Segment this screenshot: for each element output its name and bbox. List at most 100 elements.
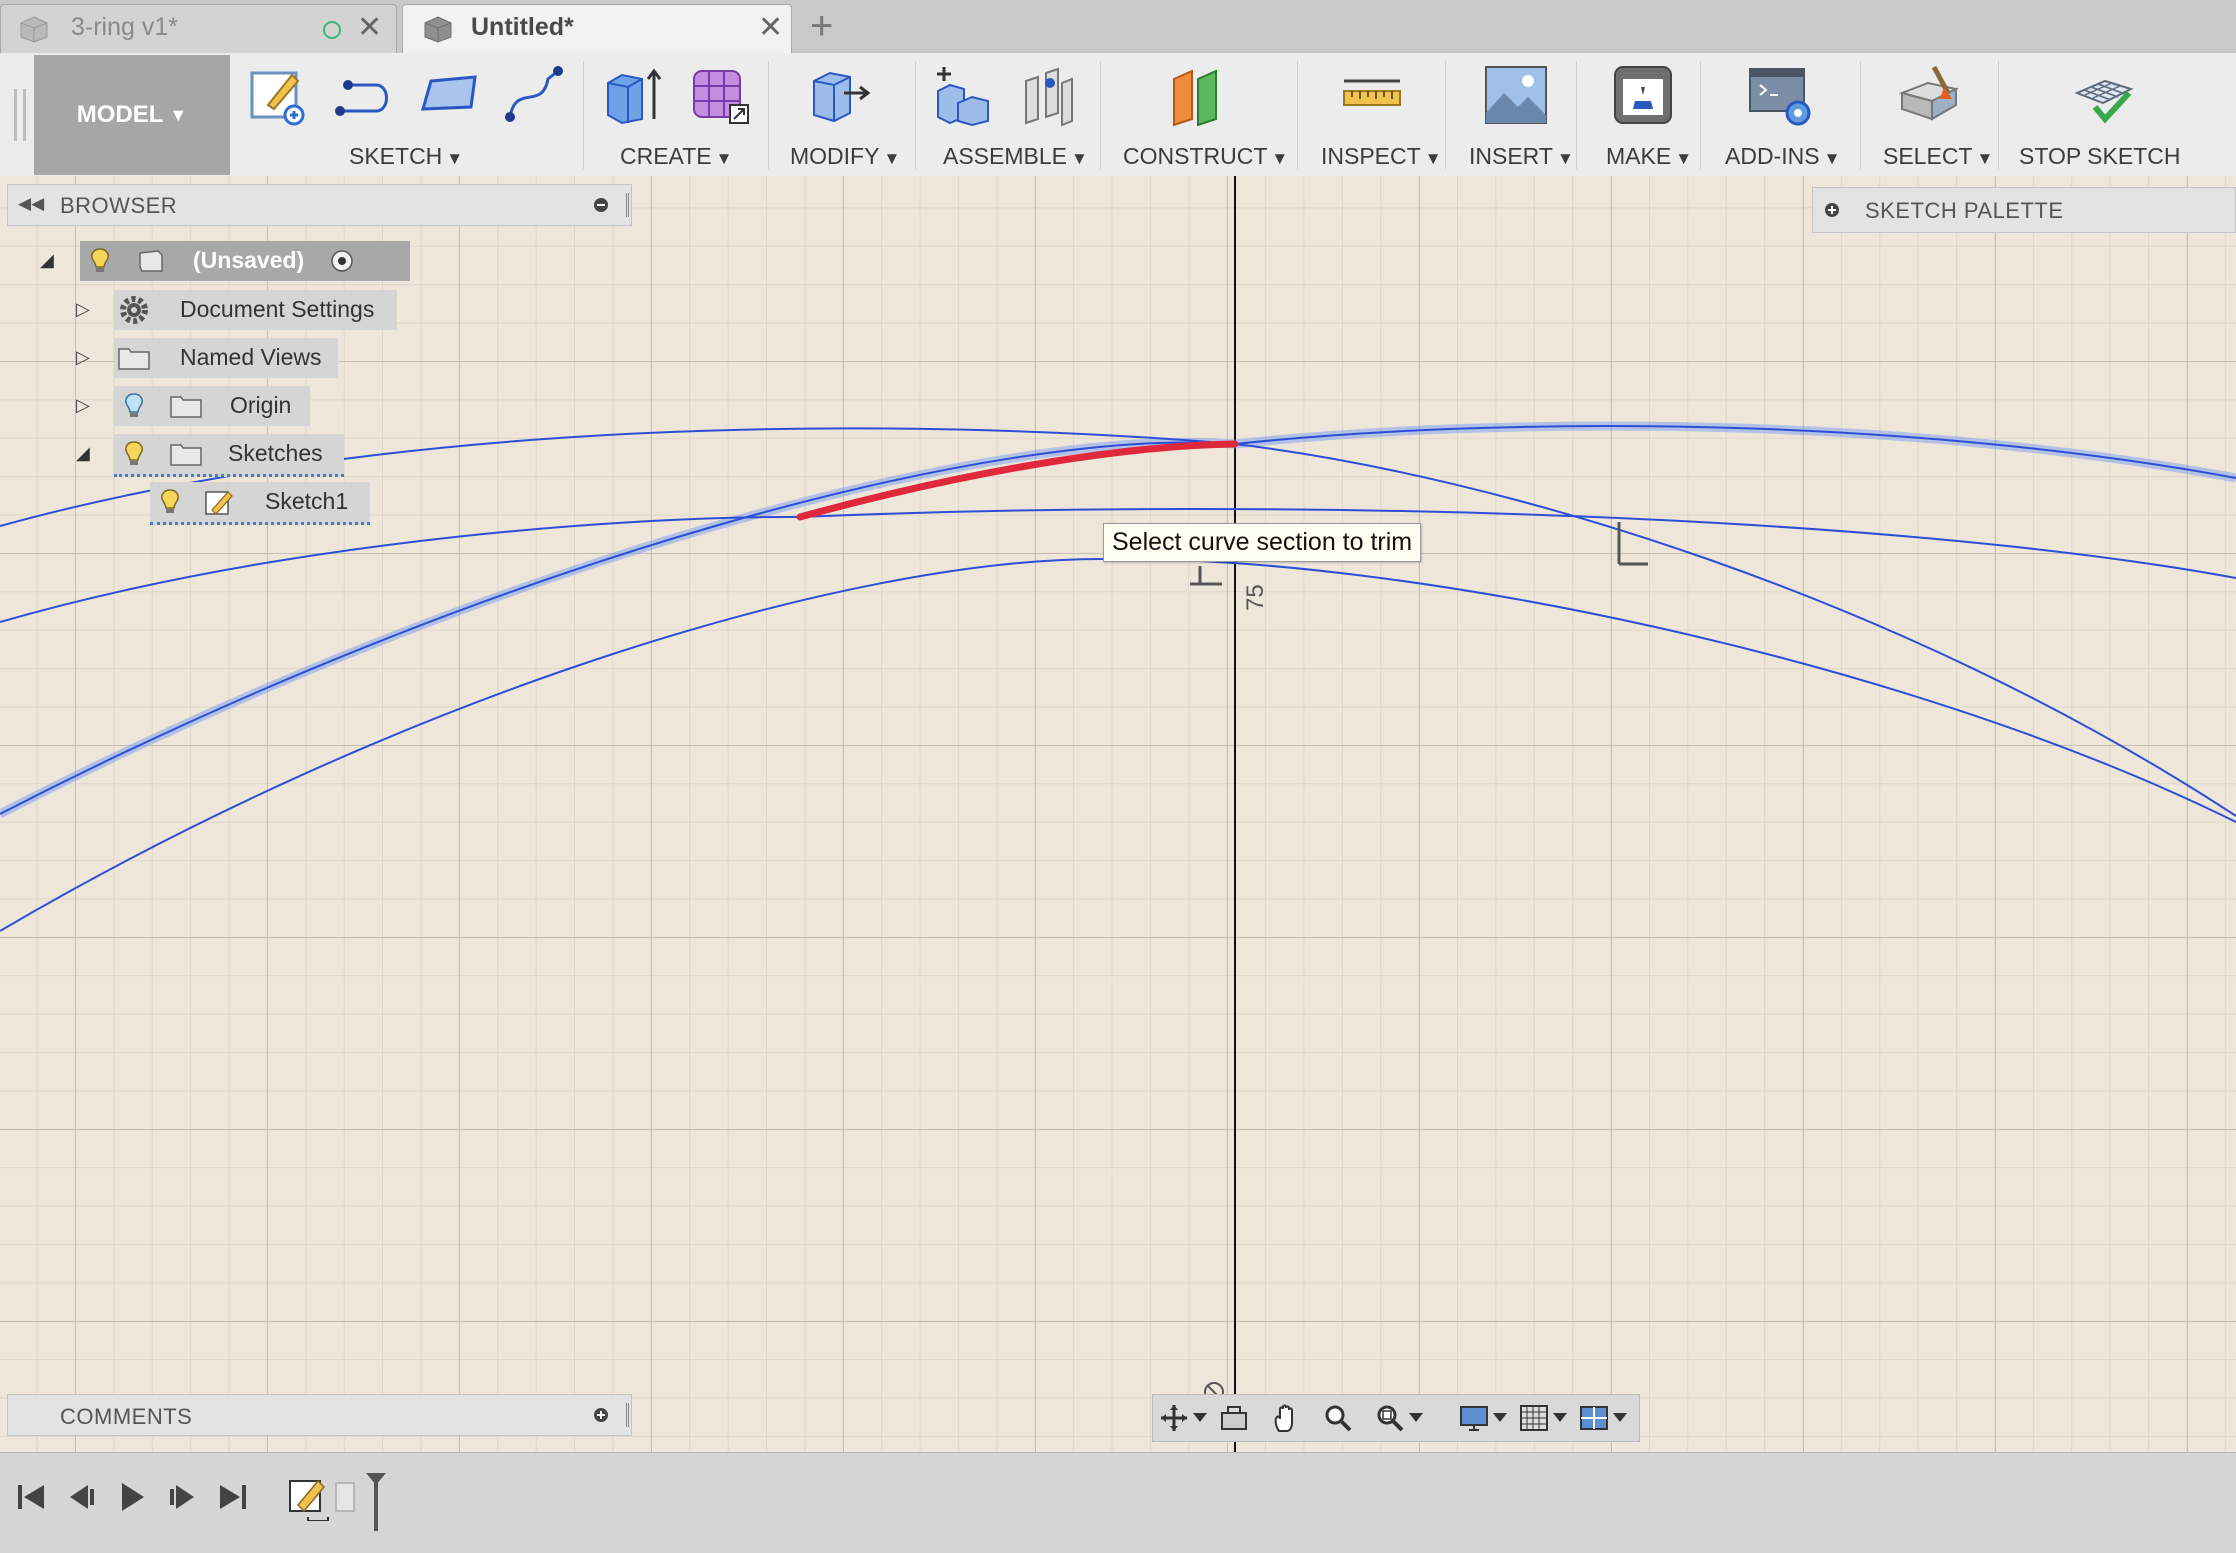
perpendicular-constraint-icon — [1190, 566, 1222, 586]
toolbar-divider — [1860, 61, 1861, 169]
chevron-down-icon[interactable] — [1613, 1413, 1627, 1422]
timeline-marker-icon[interactable] — [364, 1471, 388, 1533]
collapse-panel-icon[interactable]: ◀◀ — [18, 194, 44, 214]
addins-menu-button[interactable]: ADD-INS ▼ — [1725, 143, 1840, 170]
form-icon[interactable] — [688, 63, 752, 127]
orbit-icon[interactable] — [1159, 1403, 1189, 1433]
visibility-lightbulb-icon[interactable] — [122, 392, 146, 420]
make-menu-button[interactable]: MAKE ▼ — [1606, 143, 1692, 170]
browser-item-origin[interactable]: ▷ Origin — [76, 386, 336, 426]
3d-print-icon[interactable] — [1611, 63, 1675, 127]
document-tab-3-ring[interactable]: 3-ring v1* ✕ — [0, 4, 397, 53]
browser-panel-header[interactable]: ◀◀ BROWSER — [7, 184, 632, 226]
minimize-icon[interactable] — [594, 198, 608, 212]
inspect-menu-button[interactable]: INSPECT ▼ — [1321, 143, 1442, 170]
workspace-switcher-button[interactable]: MODEL ▼ — [34, 55, 230, 175]
visibility-lightbulb-icon[interactable] — [122, 440, 146, 468]
expand-triangle-icon[interactable]: ▷ — [76, 347, 90, 368]
browser-title: BROWSER — [60, 193, 178, 218]
visibility-lightbulb-icon[interactable] — [158, 488, 182, 516]
new-tab-icon[interactable]: + — [810, 6, 833, 46]
go-to-start-icon[interactable] — [14, 1479, 50, 1515]
browser-item-label: Document Settings — [180, 296, 375, 322]
comments-panel-header[interactable]: COMMENTS — [7, 1394, 632, 1436]
go-to-end-icon[interactable] — [214, 1479, 250, 1515]
select-icon[interactable] — [1898, 63, 1962, 127]
toolbar-divider — [1297, 61, 1298, 169]
panel-resize-handle[interactable] — [626, 193, 629, 217]
document-tab-untitled[interactable]: Untitled* ✕ — [402, 4, 792, 53]
trim-tooltip: Select curve section to trim — [1103, 523, 1422, 562]
chevron-down-icon[interactable] — [1553, 1413, 1567, 1422]
collapse-triangle-icon[interactable]: ◢ — [40, 250, 54, 271]
step-forward-icon[interactable] — [164, 1479, 200, 1515]
stop-sketch-icon[interactable] — [2071, 63, 2135, 127]
chevron-down-icon: ▼ — [1271, 149, 1289, 168]
sketch-circle-inner[interactable] — [0, 557, 2236, 932]
ribbon-toolbar: MODEL ▼ SKETCH ▼ CREATE ▼ MODIFY ▼ ASSEM… — [0, 53, 2236, 176]
browser-item-named-views[interactable]: ▷ Named Views — [76, 338, 376, 378]
panel-resize-handle[interactable] — [626, 1403, 629, 1427]
create-sketch-icon[interactable] — [246, 63, 310, 127]
look-at-icon[interactable] — [1219, 1403, 1249, 1433]
chevron-down-icon[interactable] — [1409, 1413, 1423, 1422]
modify-menu-button[interactable]: MODIFY ▼ — [790, 143, 900, 170]
play-icon[interactable] — [114, 1479, 150, 1515]
browser-item-label: Origin — [230, 392, 292, 418]
browser-item-root[interactable]: ◢ (Unsaved) — [40, 241, 410, 281]
scripts-icon[interactable] — [1748, 63, 1812, 127]
chevron-down-icon[interactable] — [1493, 1413, 1507, 1422]
stop-sketch-button[interactable]: STOP SKETCH — [2019, 143, 2180, 170]
expand-plus-icon[interactable] — [1825, 203, 1839, 217]
rectangle-icon[interactable] — [417, 63, 481, 127]
create-menu-button[interactable]: CREATE ▼ — [620, 143, 732, 170]
fit-zoom-icon[interactable] — [1375, 1403, 1405, 1433]
chevron-down-icon: ▼ — [1675, 149, 1693, 168]
step-back-icon[interactable] — [64, 1479, 100, 1515]
active-radio-icon[interactable] — [330, 249, 354, 273]
extrude-icon[interactable] — [600, 63, 664, 127]
select-menu-button[interactable]: SELECT ▼ — [1883, 143, 1993, 170]
visibility-lightbulb-icon[interactable] — [88, 247, 112, 275]
chevron-down-icon[interactable] — [1193, 1413, 1207, 1422]
offset-plane-icon[interactable] — [1168, 63, 1232, 127]
close-tab-icon[interactable]: ✕ — [758, 13, 783, 43]
new-component-icon[interactable] — [930, 63, 994, 127]
browser-item-document-settings[interactable]: ▷ Document Settings — [76, 290, 406, 330]
joint-icon[interactable] — [1016, 63, 1080, 127]
browser-item-sketch1[interactable]: Sketch1 — [150, 482, 390, 525]
canvas-image-icon[interactable] — [1484, 63, 1548, 127]
construct-menu-button[interactable]: CONSTRUCT ▼ — [1123, 143, 1288, 170]
timeline-feature-ghost-icon[interactable] — [334, 1475, 362, 1515]
collapse-triangle-icon[interactable]: ◢ — [76, 443, 90, 464]
timeline-sketch-feature-icon[interactable] — [288, 1475, 330, 1521]
insert-menu-button[interactable]: INSERT ▼ — [1469, 143, 1574, 170]
expand-triangle-icon[interactable]: ▷ — [76, 299, 90, 320]
sketch-menu-button[interactable]: SKETCH ▼ — [349, 143, 463, 170]
display-settings-icon[interactable] — [1459, 1403, 1489, 1433]
tab-title: 3-ring v1* — [71, 13, 178, 41]
document-tab-bar: 3-ring v1* ✕ Untitled* ✕ + — [0, 0, 2236, 54]
press-pull-icon[interactable] — [808, 63, 872, 127]
toolbar-divider — [915, 61, 916, 169]
grid-settings-icon[interactable] — [1519, 1403, 1549, 1433]
line-icon[interactable] — [330, 63, 394, 127]
viewports-icon[interactable] — [1579, 1403, 1609, 1433]
toolbar-divider — [1576, 61, 1577, 169]
sketch-icon — [205, 491, 233, 515]
close-tab-icon[interactable]: ✕ — [357, 13, 382, 43]
document-cube-icon — [424, 16, 452, 43]
pan-hand-icon[interactable] — [1271, 1403, 1301, 1433]
chevron-down-icon: ▼ — [1071, 149, 1088, 168]
toolbar-divider — [1700, 61, 1701, 169]
assemble-menu-button[interactable]: ASSEMBLE ▼ — [943, 143, 1088, 170]
browser-item-sketches[interactable]: ◢ Sketches — [76, 434, 356, 477]
expand-triangle-icon[interactable]: ▷ — [76, 395, 90, 416]
measure-icon[interactable] — [1340, 63, 1404, 127]
spline-icon[interactable] — [502, 63, 566, 127]
sketch-palette-header[interactable]: SKETCH PALETTE — [1812, 187, 2236, 233]
zoom-icon[interactable] — [1323, 1403, 1353, 1433]
saved-status-icon — [323, 21, 341, 39]
toolbar-grip-icon[interactable] — [14, 89, 26, 141]
add-comment-icon[interactable] — [594, 1408, 608, 1422]
